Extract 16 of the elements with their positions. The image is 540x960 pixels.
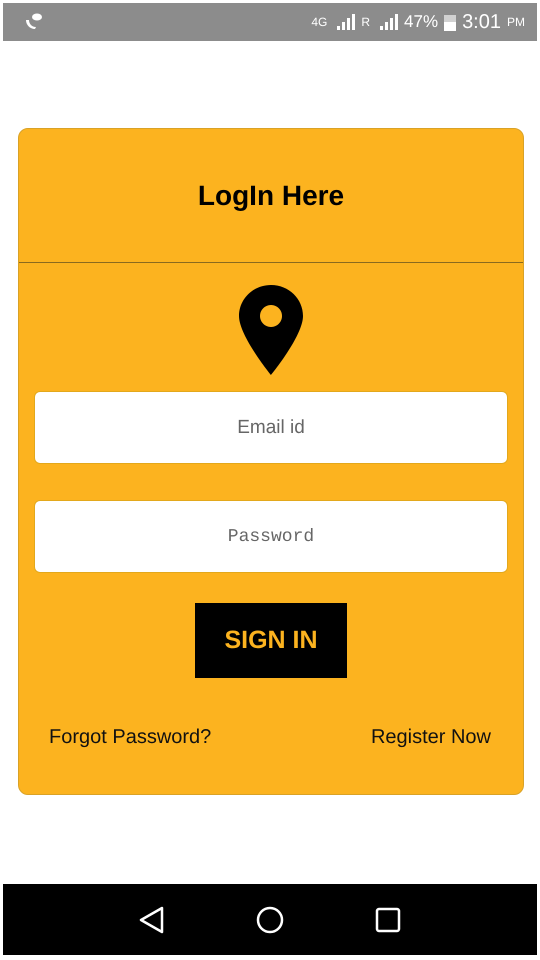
email-field[interactable]: Email id	[34, 391, 508, 464]
text-link[interactable]: Forgot Password?	[49, 726, 212, 749]
card-title: LogIn Here	[198, 180, 344, 212]
back-icon[interactable]	[138, 906, 165, 934]
recents-icon[interactable]	[375, 906, 402, 932]
sign-in-button[interactable]: SIGN IN	[195, 603, 347, 678]
network-label: 4G	[311, 15, 328, 29]
clock-time: 3:01	[462, 10, 501, 34]
clock-period: PM	[507, 15, 525, 29]
text-link[interactable]: Register Now	[370, 726, 491, 749]
battery-icon	[444, 13, 456, 31]
home-icon[interactable]	[256, 906, 284, 934]
battery-percent: 47%	[404, 12, 438, 32]
location-pin-icon	[239, 285, 303, 375]
password-field[interactable]: Password	[34, 500, 508, 573]
roaming-label: R	[361, 15, 370, 29]
